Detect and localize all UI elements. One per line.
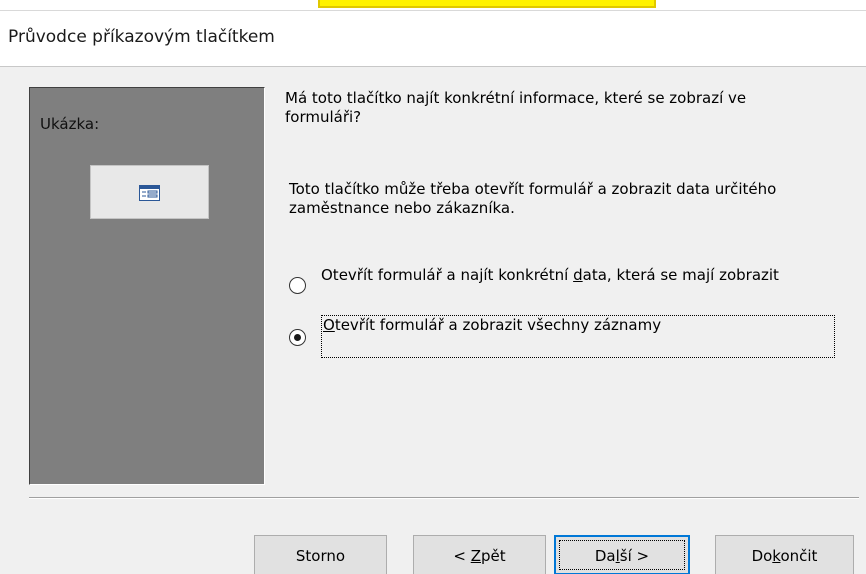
wizard-question: Má toto tlačítko najít konkrétní informa… <box>285 89 747 126</box>
title-bar: Průvodce příkazovým tlačítkem <box>0 11 866 67</box>
separator-line <box>29 497 859 499</box>
next-button[interactable]: Další > <box>554 535 690 574</box>
option-show-all-records[interactable]: Otevřít formulář a zobrazit všechny zázn… <box>289 313 835 358</box>
screen: Průvodce příkazovým tlačítkem Ukázka: Má… <box>0 0 866 574</box>
top-highlight <box>318 0 656 8</box>
wizard-explanation: Toto tlačítko může třeba otevřít formulá… <box>289 180 777 217</box>
radio-show-all-records[interactable] <box>289 329 306 346</box>
back-button[interactable]: < Zpět <box>413 535 546 574</box>
radio-selected-dot <box>294 334 301 341</box>
cancel-button[interactable]: Storno <box>254 535 387 574</box>
preview-button <box>90 165 209 219</box>
preview-label: Ukázka: <box>40 115 100 133</box>
option-show-all-records-label[interactable]: Otevřít formulář a zobrazit všechny zázn… <box>323 316 661 335</box>
window-title: Průvodce příkazovým tlačítkem <box>8 27 275 47</box>
radio-find-specific-data[interactable] <box>289 277 306 294</box>
next-button-focus <box>559 540 685 570</box>
option-find-specific-data-label[interactable]: Otevřít formulář a najít konkrétní data,… <box>321 266 779 285</box>
preview-panel: Ukázka: <box>29 87 265 485</box>
command-button-wizard-dialog: Průvodce příkazovým tlačítkem Ukázka: Má… <box>0 10 866 574</box>
finish-button[interactable]: Dokončit <box>715 535 854 574</box>
form-icon <box>139 185 160 201</box>
